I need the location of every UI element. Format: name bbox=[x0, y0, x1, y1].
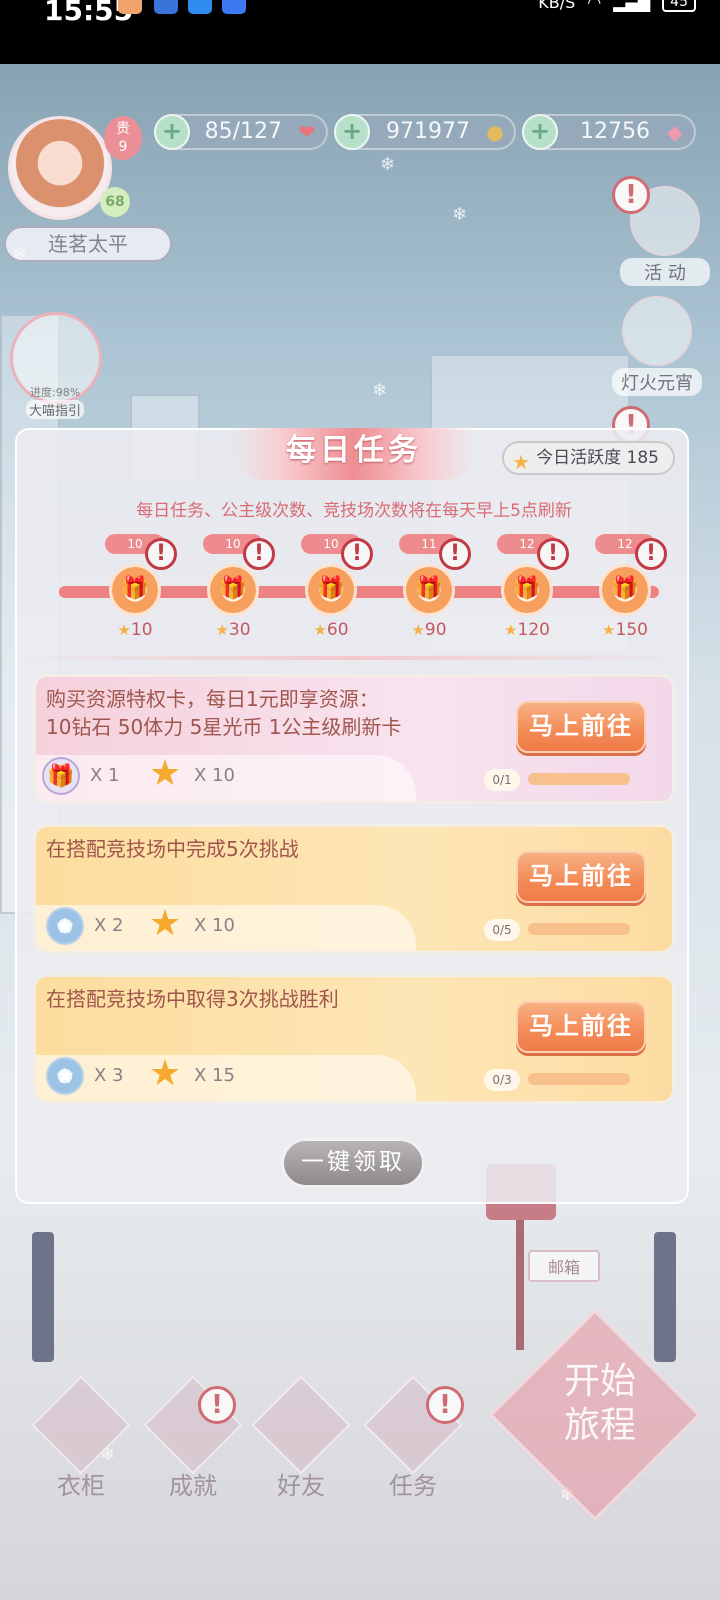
daily-task-modal: 每日任务 ★ 今日活跃度 185 每日任务、公主级次数、竞技场次数将在每天早上5… bbox=[15, 428, 689, 1204]
reward-item: ★ X 2 bbox=[46, 907, 124, 945]
battery-icon: 45 bbox=[662, 0, 696, 12]
gift-box-icon: 🎁 bbox=[42, 757, 80, 795]
gift-icon: 🎁 bbox=[599, 564, 651, 616]
star-icon: ★ bbox=[148, 753, 182, 794]
alert-icon: ! bbox=[243, 538, 275, 570]
reward-item: ★ X 15 bbox=[146, 1053, 235, 1094]
task-card: 购买资源特权卡，每日1元即享资源： 10钻石 50体力 5星光币 1公主级刷新卡… bbox=[33, 674, 675, 804]
go-now-button[interactable]: 马上前往 bbox=[516, 1001, 646, 1053]
collect-all-button[interactable]: 一键领取 bbox=[281, 1138, 425, 1188]
task-description: 在搭配竞技场中完成5次挑战 bbox=[46, 837, 299, 861]
alert-icon: ! bbox=[439, 538, 471, 570]
signal-icon: ▂▄▆ bbox=[613, 0, 651, 12]
star-icon: ★ bbox=[117, 621, 131, 639]
task-description: 购买资源特权卡，每日1元即享资源： 10钻石 50体力 5星光币 1公主级刷新卡 bbox=[46, 687, 402, 739]
gift-icon: 🎁 bbox=[207, 564, 259, 616]
star-icon: ★ bbox=[512, 450, 531, 474]
refresh-note: 每日任务、公主级次数、竞技场次数将在每天早上5点刷新 bbox=[136, 501, 572, 521]
task-progress-bar bbox=[528, 1073, 630, 1085]
gift-icon: 🎁 bbox=[501, 564, 553, 616]
app-notification-icon bbox=[222, 0, 246, 14]
go-now-button[interactable]: 马上前往 bbox=[516, 851, 646, 903]
star-icon: ★ bbox=[504, 621, 518, 639]
task-card: 在搭配竞技场中完成5次挑战 马上前往 ★ X 2 ★ X 10 0/5 bbox=[33, 824, 675, 954]
status-indicators: KB/S ◠ ▂▄▆ 45 bbox=[538, 0, 696, 12]
app-notification-icon bbox=[154, 0, 178, 14]
reward-qty: X 1 bbox=[90, 765, 120, 786]
star-icon: ★ bbox=[602, 621, 616, 639]
alert-icon: ! bbox=[537, 538, 569, 570]
task-card: 在搭配竞技场中取得3次挑战胜利 马上前往 ★ X 3 ★ X 15 0/3 bbox=[33, 974, 675, 1104]
task-progress-bar bbox=[528, 923, 630, 935]
wifi-icon: ◠ bbox=[587, 0, 602, 12]
gift-icon: 🎁 bbox=[403, 564, 455, 616]
reward-qty: X 10 bbox=[194, 765, 235, 786]
gift-icon: 🎁 bbox=[305, 564, 357, 616]
reward-qty: X 3 bbox=[94, 1065, 124, 1086]
task-list[interactable]: 购买资源特权卡，每日1元即享资源： 10钻石 50体力 5星光币 1公主级刷新卡… bbox=[33, 674, 675, 1116]
modal-title: 每日任务 bbox=[233, 428, 475, 480]
go-now-button[interactable]: 马上前往 bbox=[516, 701, 646, 753]
divider bbox=[19, 656, 687, 660]
alert-icon: ! bbox=[635, 538, 667, 570]
star-icon: ★ bbox=[148, 903, 182, 944]
reward-qty: X 10 bbox=[194, 915, 235, 936]
reward-qty: X 15 bbox=[194, 1065, 235, 1086]
task-description: 在搭配竞技场中取得3次挑战胜利 bbox=[46, 987, 339, 1011]
task-progress-bar bbox=[528, 773, 630, 785]
star-icon: ★ bbox=[411, 621, 425, 639]
daily-activity-badge: ★ 今日活跃度 185 bbox=[502, 441, 675, 475]
task-progress-text: 0/3 bbox=[484, 1069, 520, 1091]
star-icon: ★ bbox=[215, 621, 229, 639]
alert-icon: ! bbox=[341, 538, 373, 570]
app-notification-icon bbox=[188, 0, 212, 14]
milestone-points: ★10 bbox=[117, 620, 153, 640]
task-progress-text: 0/1 bbox=[484, 769, 520, 791]
milestone-points: ★150 bbox=[602, 620, 648, 640]
reward-item: 🎁 X 1 bbox=[42, 757, 120, 795]
reward-item: ★ X 3 bbox=[46, 1057, 124, 1095]
milestone-points: ★120 bbox=[504, 620, 550, 640]
milestone-points: ★60 bbox=[313, 620, 349, 640]
gift-icon: 🎁 bbox=[109, 564, 161, 616]
task-progress-text: 0/5 bbox=[484, 919, 520, 941]
star-icon: ★ bbox=[313, 621, 327, 639]
reward-item: ★ X 10 bbox=[146, 753, 235, 794]
milestone-points: ★30 bbox=[215, 620, 251, 640]
net-speed: KB/S bbox=[538, 0, 576, 12]
star-icon: ★ bbox=[148, 1053, 182, 1094]
blue-star-coin-icon: ★ bbox=[46, 1057, 84, 1095]
alert-icon: ! bbox=[145, 538, 177, 570]
app-notification-icon bbox=[118, 0, 142, 14]
milestone-points: ★90 bbox=[411, 620, 447, 640]
reward-qty: X 2 bbox=[94, 915, 124, 936]
status-bar: 15:55 KB/S ◠ ▂▄▆ 45 bbox=[0, 0, 720, 64]
blue-star-coin-icon: ★ bbox=[46, 907, 84, 945]
daily-activity-label: 今日活跃度 185 bbox=[536, 448, 659, 468]
reward-item: ★ X 10 bbox=[146, 903, 235, 944]
